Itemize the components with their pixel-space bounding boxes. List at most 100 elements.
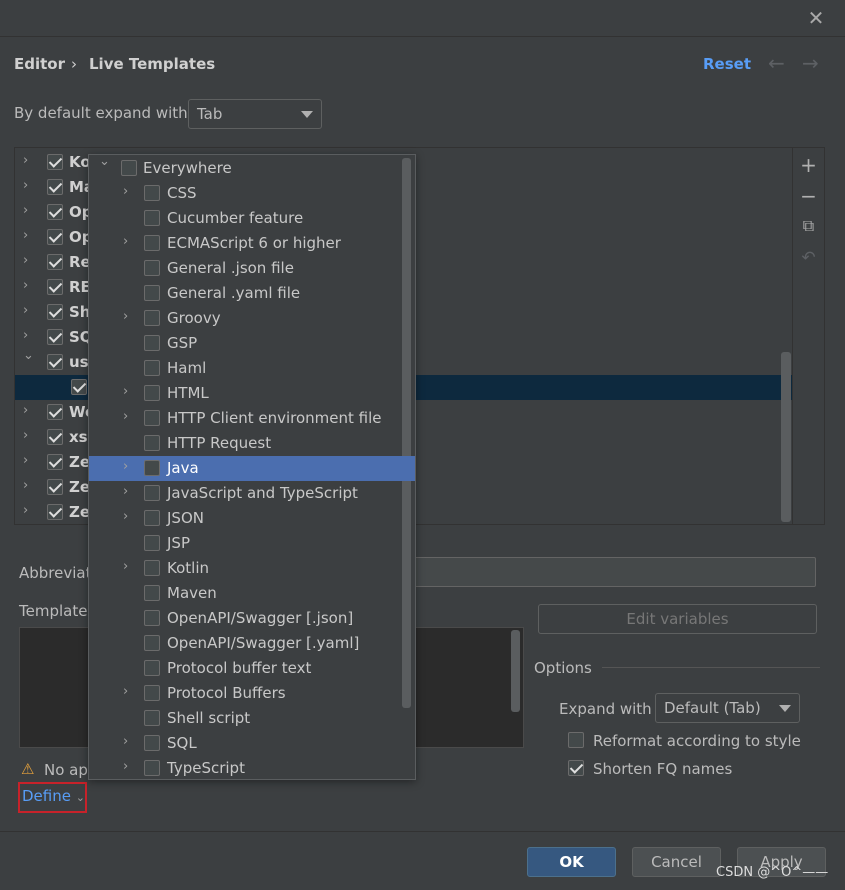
template-checkbox[interactable]: [47, 254, 63, 270]
shorten-fq-checkbox[interactable]: [568, 760, 584, 776]
breadcrumb-editor[interactable]: Editor: [14, 55, 65, 73]
chevron-right-icon[interactable]: ›: [123, 684, 128, 699]
context-item[interactable]: Haml: [89, 356, 415, 381]
chevron-right-icon[interactable]: ›: [123, 184, 128, 199]
template-checkbox[interactable]: [47, 404, 63, 420]
context-item[interactable]: OpenAPI/Swagger [.yaml]: [89, 631, 415, 656]
context-item[interactable]: General .json file: [89, 256, 415, 281]
ok-button[interactable]: OK: [527, 847, 616, 877]
chevron-right-icon[interactable]: ›: [23, 328, 28, 343]
tree-scrollbar[interactable]: [781, 352, 791, 522]
context-item[interactable]: › Java: [89, 456, 415, 481]
context-checkbox[interactable]: [144, 385, 160, 401]
chevron-right-icon[interactable]: ›: [23, 228, 28, 243]
context-item[interactable]: › JSON: [89, 506, 415, 531]
context-checkbox[interactable]: [144, 510, 160, 526]
chevron-right-icon[interactable]: ›: [123, 509, 128, 524]
chevron-right-icon[interactable]: ›: [123, 384, 128, 399]
template-checkbox[interactable]: [47, 304, 63, 320]
context-item[interactable]: Protocol buffer text: [89, 656, 415, 681]
context-item[interactable]: GSP: [89, 331, 415, 356]
context-checkbox[interactable]: [144, 285, 160, 301]
context-checkbox[interactable]: [144, 435, 160, 451]
context-checkbox[interactable]: [144, 585, 160, 601]
context-item[interactable]: Maven: [89, 581, 415, 606]
copy-icon[interactable]: ⧉: [793, 216, 824, 236]
context-checkbox[interactable]: [144, 185, 160, 201]
chevron-right-icon[interactable]: ›: [123, 484, 128, 499]
chevron-right-icon[interactable]: ›: [123, 409, 128, 424]
context-checkbox[interactable]: [144, 635, 160, 651]
context-item[interactable]: › Kotlin: [89, 556, 415, 581]
context-checkbox[interactable]: [144, 485, 160, 501]
chevron-right-icon[interactable]: ›: [123, 759, 128, 774]
chevron-right-icon[interactable]: ›: [23, 303, 28, 318]
template-checkbox[interactable]: [47, 504, 63, 520]
define-link[interactable]: Define ⌄: [22, 787, 85, 805]
reformat-checkbox[interactable]: [568, 732, 584, 748]
context-item[interactable]: › TypeScript: [89, 756, 415, 779]
description-field[interactable]: [408, 557, 816, 587]
context-checkbox[interactable]: [144, 460, 160, 476]
template-checkbox[interactable]: [71, 379, 87, 395]
cancel-button[interactable]: Cancel: [632, 847, 721, 877]
context-item[interactable]: OpenAPI/Swagger [.json]: [89, 606, 415, 631]
chevron-down-icon[interactable]: ⌄: [23, 348, 34, 363]
chevron-right-icon[interactable]: ›: [23, 403, 28, 418]
template-checkbox[interactable]: [47, 479, 63, 495]
arrow-left-icon[interactable]: ←: [768, 51, 785, 75]
context-checkbox[interactable]: [144, 610, 160, 626]
context-checkbox[interactable]: [144, 335, 160, 351]
context-checkbox[interactable]: [144, 260, 160, 276]
chevron-right-icon[interactable]: ›: [123, 559, 128, 574]
chevron-right-icon[interactable]: ›: [23, 428, 28, 443]
reformat-label[interactable]: Reformat according to style: [593, 732, 801, 750]
undo-icon[interactable]: ↶: [793, 248, 824, 268]
context-checkbox[interactable]: [144, 660, 160, 676]
template-checkbox[interactable]: [47, 204, 63, 220]
context-item[interactable]: › Protocol Buffers: [89, 681, 415, 706]
chevron-right-icon[interactable]: ›: [123, 309, 128, 324]
template-checkbox[interactable]: [47, 354, 63, 370]
plus-icon[interactable]: +: [793, 153, 824, 177]
context-checkbox[interactable]: [144, 735, 160, 751]
expand-with-select[interactable]: Default (Tab): [655, 693, 800, 723]
context-everywhere[interactable]: ⌄ Everywhere: [89, 155, 415, 181]
arrow-right-icon[interactable]: →: [802, 51, 819, 75]
context-item[interactable]: JSP: [89, 531, 415, 556]
context-checkbox[interactable]: [121, 160, 137, 176]
chevron-down-icon[interactable]: ⌄: [99, 155, 110, 169]
edit-variables-button[interactable]: Edit variables: [538, 604, 817, 634]
context-checkbox[interactable]: [144, 685, 160, 701]
context-checkbox[interactable]: [144, 310, 160, 326]
template-checkbox[interactable]: [47, 429, 63, 445]
context-checkbox[interactable]: [144, 560, 160, 576]
template-checkbox[interactable]: [47, 454, 63, 470]
context-checkbox[interactable]: [144, 210, 160, 226]
context-item[interactable]: › HTTP Client environment file: [89, 406, 415, 431]
chevron-right-icon[interactable]: ›: [23, 503, 28, 518]
chevron-right-icon[interactable]: ›: [23, 453, 28, 468]
context-item[interactable]: › JavaScript and TypeScript: [89, 481, 415, 506]
context-checkbox[interactable]: [144, 710, 160, 726]
chevron-right-icon[interactable]: ›: [123, 734, 128, 749]
context-checkbox[interactable]: [144, 410, 160, 426]
reset-link[interactable]: Reset: [703, 55, 751, 73]
template-text-scrollbar[interactable]: [511, 630, 520, 712]
context-item[interactable]: › ECMAScript 6 or higher: [89, 231, 415, 256]
default-expand-select[interactable]: Tab: [188, 99, 322, 129]
context-checkbox[interactable]: [144, 235, 160, 251]
context-item[interactable]: › SQL: [89, 731, 415, 756]
context-types-popup[interactable]: ⌄ Everywhere › CSS Cucumber feature › ECMAScri…: [88, 154, 416, 780]
close-icon[interactable]: ✕: [804, 6, 828, 30]
context-item[interactable]: › HTML: [89, 381, 415, 406]
context-item[interactable]: HTTP Request: [89, 431, 415, 456]
context-item[interactable]: Cucumber feature: [89, 206, 415, 231]
chevron-right-icon[interactable]: ›: [23, 478, 28, 493]
template-checkbox[interactable]: [47, 329, 63, 345]
minus-icon[interactable]: −: [793, 184, 824, 208]
context-item[interactable]: › CSS: [89, 181, 415, 206]
context-item[interactable]: General .yaml file: [89, 281, 415, 306]
template-checkbox[interactable]: [47, 229, 63, 245]
chevron-right-icon[interactable]: ›: [23, 278, 28, 293]
